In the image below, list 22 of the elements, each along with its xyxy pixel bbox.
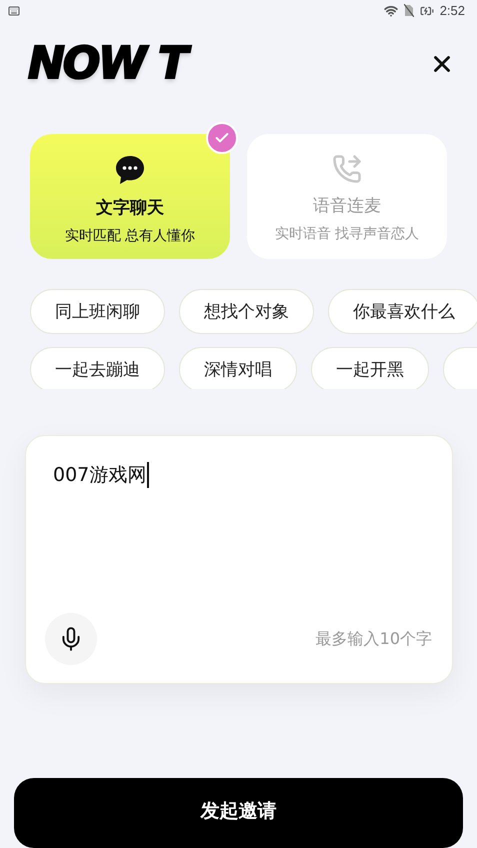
phone-forward-icon xyxy=(332,154,362,184)
no-sim-icon xyxy=(404,4,414,18)
message-input[interactable]: 007游戏网 最多输入10个字 xyxy=(25,435,453,684)
character-limit: 最多输入10个字 xyxy=(316,628,432,650)
topic-chip[interactable]: 一起开黑 xyxy=(311,346,429,390)
topic-chip[interactable]: 一起去蹦迪 xyxy=(30,346,165,390)
chat-bubble-icon xyxy=(114,154,146,186)
mode-subtitle: 实时匹配 总有人懂你 xyxy=(64,226,196,244)
mode-card[interactable]: 文字聊天 实时匹配 总有人懂你 xyxy=(30,134,230,258)
status-time: 2:52 xyxy=(440,3,465,18)
wifi-icon xyxy=(384,4,398,18)
input-value: 007游戏网 xyxy=(45,462,150,488)
check-icon xyxy=(206,122,238,154)
topic-chip[interactable]: 想找个对象 xyxy=(179,288,314,334)
topic-chip[interactable]: 你最喜欢什么 xyxy=(328,288,477,334)
mode-title: 语音连麦 xyxy=(313,194,381,216)
invite-button[interactable]: 发起邀请 xyxy=(14,778,463,848)
mode-subtitle: 实时语音 找寻声音恋人 xyxy=(274,224,420,242)
keyboard-icon xyxy=(8,4,20,17)
topic-chip[interactable]: 同上班闲聊 xyxy=(30,288,165,334)
topic-chip[interactable]: 深情对唱 xyxy=(179,346,297,390)
mode-title: 文字聊天 xyxy=(96,196,164,218)
